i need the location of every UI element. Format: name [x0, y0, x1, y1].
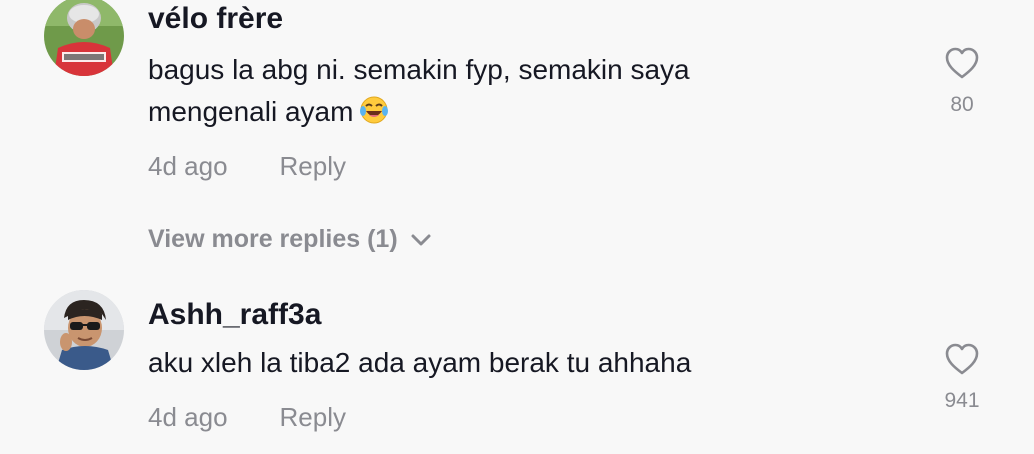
like-count: 80 — [950, 93, 974, 116]
like-control: 941 — [932, 342, 992, 414]
comment-meta: 4d ago Reply — [148, 400, 346, 434]
comment-username[interactable]: vélo frère — [148, 0, 283, 38]
heart-outline-icon[interactable] — [944, 46, 980, 80]
comment-text: bagus la abg ni. semakin fyp, semakin sa… — [148, 49, 848, 137]
avatar[interactable] — [44, 0, 124, 76]
view-more-replies-button[interactable]: View more replies (1) — [148, 222, 432, 256]
avatar[interactable] — [44, 290, 124, 370]
comment-text: aku xleh la tiba2 ada ayam berak tu ahha… — [148, 342, 848, 384]
reply-button[interactable]: Reply — [280, 402, 346, 432]
avatar-image — [44, 290, 124, 370]
view-more-replies-label: View more replies (1) — [148, 225, 398, 253]
face-with-tears-of-joy-icon — [359, 95, 389, 137]
comment-text-line: aku xleh la tiba2 ada ayam berak tu ahha… — [148, 347, 692, 378]
comment-text-segment: mengenali ayam — [148, 96, 354, 127]
comment-meta: 4d ago Reply — [148, 149, 346, 183]
comment-text-line: bagus la abg ni. semakin fyp, semakin sa… — [148, 54, 690, 85]
heart-outline-icon[interactable] — [944, 342, 980, 376]
comment-timestamp: 4d ago — [148, 402, 228, 432]
comment-username[interactable]: Ashh_raff3a — [148, 296, 321, 334]
like-control: 80 — [932, 46, 992, 118]
reply-button[interactable]: Reply — [280, 151, 346, 181]
like-count: 941 — [944, 389, 980, 412]
comment-timestamp: 4d ago — [148, 151, 228, 181]
comment-text-line: mengenali ayam — [148, 91, 848, 137]
chevron-down-icon — [411, 234, 431, 246]
avatar-image — [44, 0, 124, 76]
